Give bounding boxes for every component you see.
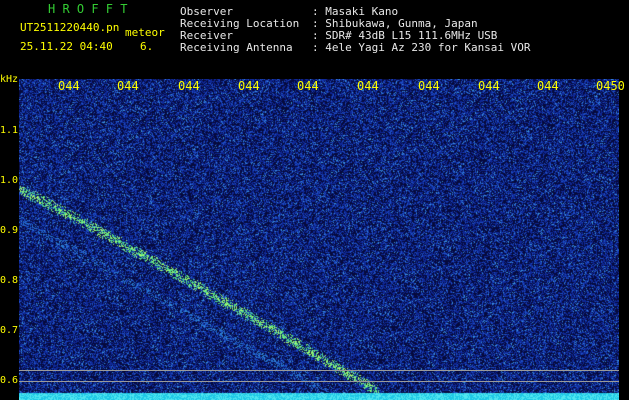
time-tick-label: 044: [357, 79, 379, 93]
y-tick-label: 1.1: [0, 125, 19, 136]
time-tick-label: 044: [238, 79, 260, 93]
time-tick-label: 0450: [596, 79, 625, 93]
y-tick-label: 0.8: [0, 275, 19, 286]
info-value-antenna: : 4ele Yagi Az 230 for Kansai VOR: [312, 41, 531, 54]
time-tick-label: 044: [178, 79, 200, 93]
y-tick-label: 0.7: [0, 325, 19, 336]
datetime-label: 25.11.22 04:40: [20, 40, 113, 53]
time-tick-label: 044: [478, 79, 500, 93]
y-tick-label: 1.0: [0, 175, 19, 186]
reference-line: [19, 381, 619, 382]
mode-label: meteor: [125, 26, 165, 39]
time-tick-label: 044: [58, 79, 80, 93]
spectrogram: [19, 79, 619, 400]
file-name: UT2511220440.pn: [20, 21, 120, 34]
reference-line: [19, 370, 619, 371]
time-tick-label: 044: [117, 79, 139, 93]
info-key-antenna: Receiving Antenna: [180, 41, 293, 54]
y-tick-label: 0.9: [0, 225, 19, 236]
time-tick-label: 044: [418, 79, 440, 93]
y-axis-unit: kHz: [0, 74, 19, 85]
time-tick-label: 044: [297, 79, 319, 93]
y-tick-label: 0.6: [0, 375, 19, 386]
count-label: 6.: [140, 40, 154, 53]
app-title: H R O F F T: [48, 2, 128, 16]
time-tick-label: 044: [537, 79, 559, 93]
